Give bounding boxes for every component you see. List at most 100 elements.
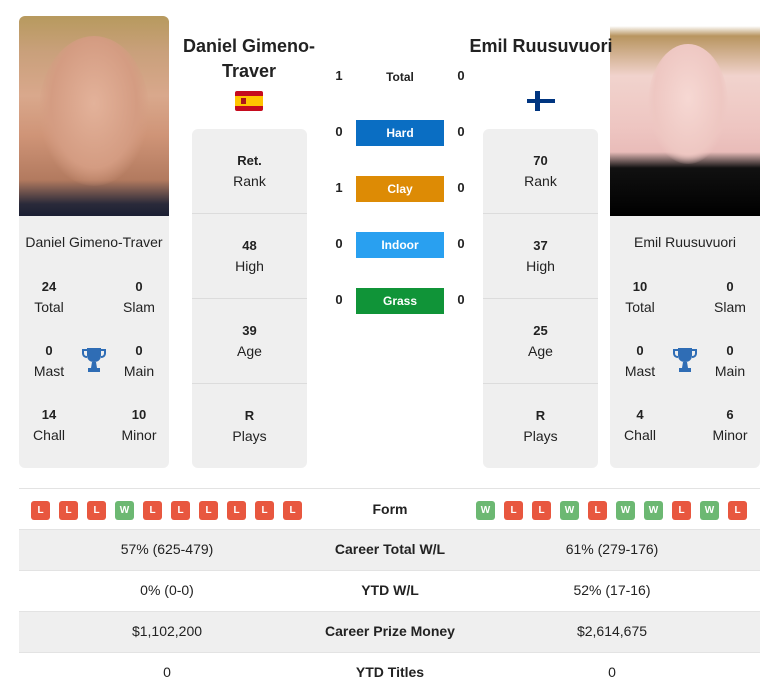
stat-label: YTD Titles xyxy=(355,664,425,680)
plays-cell: R Plays xyxy=(192,383,307,468)
form-badge-loss[interactable]: L xyxy=(672,501,691,520)
player-right-info-card: 70 Rank 37 High 25 Age R Plays xyxy=(483,129,598,468)
titles-slam-value: 0 xyxy=(135,279,143,294)
player-left-header-name[interactable]: Daniel Gimeno-Traver xyxy=(174,34,324,84)
player-right-name[interactable]: Emil Ruusuvuori xyxy=(610,234,760,250)
stats-row-prize-money: $1,102,200 Career Prize Money $2,614,675 xyxy=(19,611,760,652)
form-badge-loss[interactable]: L xyxy=(59,501,78,520)
titles-total: 24 Total xyxy=(19,277,79,317)
player-left-info-card: Ret. Rank 48 High 39 Age R Plays xyxy=(192,129,307,468)
h2h-right-count: 0 xyxy=(457,124,465,139)
form-badge-loss[interactable]: L xyxy=(87,501,106,520)
titles-total-label: Total xyxy=(34,299,64,315)
titles-slam-label: Slam xyxy=(123,299,155,315)
age-label: Age xyxy=(237,343,262,359)
form-badge-loss[interactable]: L xyxy=(283,501,302,520)
player-left-name[interactable]: Daniel Gimeno-Traver xyxy=(19,234,169,250)
titles-mast-value: 0 xyxy=(636,343,644,358)
titles-main-value: 0 xyxy=(726,343,734,358)
age-value: 39 xyxy=(242,323,257,338)
high-label: High xyxy=(235,258,264,274)
titles-mast: 0 Mast xyxy=(610,341,670,381)
titles-minor-label: Minor xyxy=(712,427,748,443)
stats-row-ytd-titles: 0 YTD Titles 0 xyxy=(19,652,760,693)
titles-slam: 0 Slam xyxy=(109,277,169,317)
titles-main-label: Main xyxy=(714,363,746,379)
age-cell: 39 Age xyxy=(192,298,307,383)
face-shape xyxy=(648,44,728,164)
titles-total: 10 Total xyxy=(610,277,670,317)
age-value: 25 xyxy=(533,323,548,338)
player-right-card: Emil Ruusuvuori 10 Total 0 Slam 0 Mast 0 Mai… xyxy=(610,216,760,468)
titles-mast-value: 0 xyxy=(45,343,53,358)
rank-cell: Ret. Rank xyxy=(192,129,307,214)
form-badge-loss[interactable]: L xyxy=(31,501,50,520)
surface-clay-badge[interactable]: Clay xyxy=(356,176,444,202)
stat-label: Career Total W/L xyxy=(334,541,446,557)
face-shape xyxy=(39,36,149,186)
titles-main-label: Main xyxy=(123,363,155,379)
plays-label: Plays xyxy=(232,428,267,444)
surface-grass-badge[interactable]: Grass xyxy=(356,288,444,314)
high-value: 37 xyxy=(533,238,548,253)
player-right-photo[interactable] xyxy=(610,16,760,216)
stats-row-ytd-wl: 0% (0-0) YTD W/L 52% (17-16) xyxy=(19,570,760,611)
h2h-left-count: 0 xyxy=(335,236,343,251)
titles-mast: 0 Mast xyxy=(19,341,79,381)
left-value: $1,102,200 xyxy=(131,623,203,639)
rank-value: 70 xyxy=(533,153,548,168)
h2h-row-grass: 0 Grass 0 xyxy=(330,288,470,314)
form-badge-loss[interactable]: L xyxy=(227,501,246,520)
form-badge-win[interactable]: W xyxy=(644,501,663,520)
stat-label: YTD W/L xyxy=(361,582,419,598)
titles-slam-label: Slam xyxy=(714,299,746,315)
surface-hard-badge[interactable]: Hard xyxy=(356,120,444,146)
titles-total-value: 24 xyxy=(41,279,57,294)
rank-label: Rank xyxy=(524,173,557,189)
form-badge-loss[interactable]: L xyxy=(588,501,607,520)
form-badge-loss[interactable]: L xyxy=(171,501,190,520)
h2h-right-count: 0 xyxy=(457,180,465,195)
titles-chall-label: Chall xyxy=(624,427,656,443)
right-value: 52% (17-16) xyxy=(573,582,651,598)
titles-main-value: 0 xyxy=(135,343,143,358)
form-badge-win[interactable]: W xyxy=(476,501,495,520)
titles-minor: 6 Minor xyxy=(700,405,760,445)
titles-minor-value: 10 xyxy=(131,407,147,422)
high-label: High xyxy=(526,258,555,274)
age-cell: 25 Age xyxy=(483,298,598,383)
form-badge-loss[interactable]: L xyxy=(199,501,218,520)
right-value: 0 xyxy=(608,664,616,680)
form-badge-win[interactable]: W xyxy=(115,501,134,520)
h2h-row-hard: 0 Hard 0 xyxy=(330,120,470,146)
titles-chall-value: 14 xyxy=(41,407,57,422)
titles-main: 0 Main xyxy=(109,341,169,381)
form-badge-win[interactable]: W xyxy=(616,501,635,520)
player-left-photo[interactable] xyxy=(19,16,169,216)
h2h-right-count: 0 xyxy=(457,292,465,307)
h2h-row-clay: 1 Clay 0 xyxy=(330,176,470,202)
plays-value: R xyxy=(535,408,546,423)
left-value: 0 xyxy=(163,664,171,680)
form-badge-win[interactable]: W xyxy=(560,501,579,520)
titles-chall: 14 Chall xyxy=(19,405,79,445)
titles-total-label: Total xyxy=(625,299,655,315)
rank-cell: 70 Rank xyxy=(483,129,598,214)
form-badge-loss[interactable]: L xyxy=(504,501,523,520)
high-value: 48 xyxy=(242,238,257,253)
form-badge-loss[interactable]: L xyxy=(728,501,747,520)
player-right-header-name[interactable]: Emil Ruusuvuori xyxy=(466,34,616,59)
form-badge-win[interactable]: W xyxy=(700,501,719,520)
left-value: 0% (0-0) xyxy=(140,582,194,598)
h2h-left-count: 0 xyxy=(335,292,343,307)
form-label: Form xyxy=(372,501,408,517)
h2h-left-count: 0 xyxy=(335,124,343,139)
titles-mast-label: Mast xyxy=(33,363,65,379)
stats-row-career-wl: 57% (625-479) Career Total W/L 61% (279-… xyxy=(19,529,760,570)
form-badge-loss[interactable]: L xyxy=(143,501,162,520)
rank-label: Rank xyxy=(233,173,266,189)
surface-indoor-badge[interactable]: Indoor xyxy=(356,232,444,258)
high-cell: 37 High xyxy=(483,213,598,298)
form-badge-loss[interactable]: L xyxy=(532,501,551,520)
form-badge-loss[interactable]: L xyxy=(255,501,274,520)
